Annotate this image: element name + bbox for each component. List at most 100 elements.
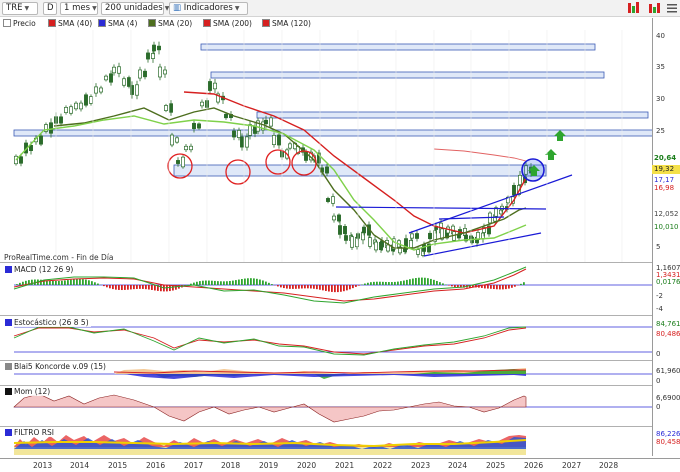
macd-bar (391, 282, 393, 285)
alert-icon[interactable] (627, 1, 642, 15)
macd-bar (370, 282, 372, 285)
macd-bar (424, 277, 426, 285)
candle (409, 239, 413, 249)
resistance-zone (200, 43, 596, 51)
indicators-icon: ▥ (173, 3, 182, 13)
macd-bar (508, 285, 510, 289)
candle (213, 82, 217, 90)
bar-chart-icon[interactable] (648, 1, 663, 15)
macd-bar (427, 278, 429, 285)
macd-bar (253, 278, 255, 285)
macd-bar (241, 279, 243, 285)
macd-bar (199, 281, 201, 285)
macd-bar (316, 285, 318, 290)
macd-bar (145, 285, 147, 290)
year-label: 2027 (562, 461, 582, 470)
macd-bar (214, 280, 216, 285)
stoch-swatch (5, 319, 12, 326)
macd-bar (502, 285, 504, 290)
badge-text: 17,17 (654, 176, 675, 184)
macd-panel[interactable] (0, 263, 680, 315)
candle (272, 135, 276, 145)
candle (84, 94, 88, 106)
stochastic-label[interactable]: Estocástico (26 8 5) (3, 318, 91, 327)
price-tick: 25 (656, 127, 665, 135)
candle (122, 78, 126, 86)
year-label: 2023 (411, 461, 431, 470)
stoch-tick: 84,761 (656, 320, 680, 328)
rsi-panel[interactable] (0, 427, 680, 458)
macd-label[interactable]: MACD (12 26 9) (3, 265, 76, 274)
year-label: 2021 (335, 461, 355, 470)
macd-bar (238, 279, 240, 285)
macd-bar (523, 282, 525, 285)
symbol-selector[interactable]: TRE ▼ (2, 2, 38, 15)
koncorde-label[interactable]: Blai5 Koncorde v.09 (15) (3, 362, 108, 371)
price-chart[interactable] (0, 30, 680, 262)
momentum-label-text: Mom (12) (14, 387, 51, 396)
candle (152, 44, 156, 52)
macd-bar (271, 284, 273, 285)
year-label: 2013 (33, 461, 53, 470)
macd-tick: -4 (656, 305, 663, 313)
badge-text: 12,052 (654, 210, 679, 218)
sma20-line (53, 107, 527, 249)
macd-bar (304, 285, 306, 289)
macd-bar (94, 282, 96, 285)
macd-bar (412, 278, 414, 285)
momentum-label[interactable]: Mom (12) (3, 387, 53, 396)
candle (14, 155, 18, 165)
macd-bar (286, 285, 288, 289)
rsi-label[interactable]: FILTRO RSI (3, 428, 56, 437)
macd-bar (58, 280, 60, 285)
macd-bar (139, 285, 141, 289)
momentum-panel[interactable] (0, 386, 680, 426)
macd-bar (403, 280, 405, 285)
candle (112, 66, 116, 74)
macd-bar (442, 283, 444, 285)
macd-bar (388, 282, 390, 285)
price-axis[interactable] (652, 18, 680, 456)
candle (74, 102, 78, 110)
units-selector[interactable]: 200 unidades ▼ (101, 2, 169, 15)
candle (325, 166, 329, 174)
resistance-zone (256, 111, 649, 119)
candle (415, 233, 419, 239)
candle (109, 73, 113, 83)
macd-bar (151, 285, 153, 290)
macd-bar (448, 285, 450, 286)
settings-icon[interactable] (665, 1, 680, 15)
symbol-text: TRE (6, 3, 23, 13)
stoch-tick: 0 (656, 350, 661, 358)
macd-bar (259, 279, 261, 285)
macd-bar (418, 277, 420, 285)
legend-label: SMA (4) (108, 19, 138, 28)
candle (39, 135, 43, 145)
candle (362, 226, 366, 234)
candle (269, 117, 273, 127)
candle (49, 122, 53, 134)
indicators-button[interactable]: ▥ Indicadores ▼ (169, 2, 248, 15)
stochastic-panel[interactable] (0, 316, 680, 360)
period-selector[interactable]: 1 mes ▼ (60, 2, 98, 15)
macd-bar (397, 281, 399, 285)
macd-bar (103, 285, 105, 287)
candle (200, 101, 204, 107)
macd-bar (73, 279, 75, 285)
macd-bar (109, 285, 111, 289)
candle (240, 136, 244, 148)
price-badge-close: 19,32 (652, 165, 680, 174)
time-axis[interactable]: 2013 2014 2015 2016 2017 2018 2019 2020 … (0, 458, 680, 472)
macd-bar (295, 285, 297, 289)
momentum-tick: 0 (656, 403, 661, 411)
koncorde-tick: 61,960 (656, 367, 680, 375)
layout-button[interactable]: D (43, 2, 57, 15)
indicators-text: Indicadores (183, 3, 233, 13)
chevron-down-icon: ▼ (234, 5, 240, 12)
candle (380, 240, 384, 248)
legend-item-sma4: SMA (4) (98, 19, 137, 28)
macd-bar (232, 280, 234, 285)
candle (184, 145, 188, 151)
macd-bar (292, 285, 294, 289)
macd-bar (256, 278, 258, 285)
